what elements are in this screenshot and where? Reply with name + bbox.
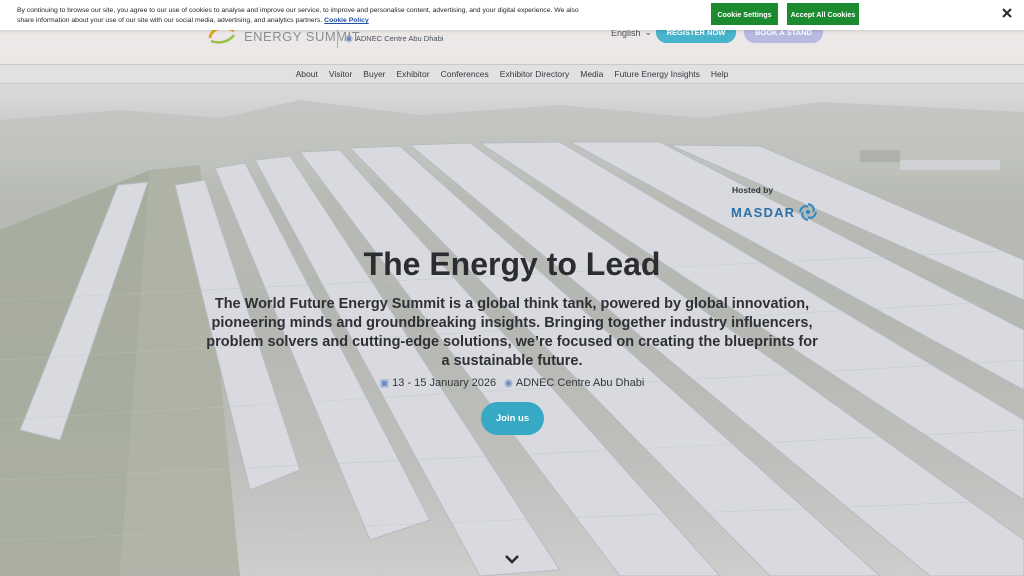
nav-item-exhibitor-directory[interactable]: Exhibitor Directory <box>494 69 574 79</box>
event-location-text: ADNEC Centre Abu Dhabi <box>515 377 645 389</box>
event-location: ◉ ADNEC Centre Abu Dhabi <box>504 377 644 389</box>
hero-title: The Energy to Lead <box>363 246 661 282</box>
nav-item-media[interactable]: Media <box>575 69 609 79</box>
nav-item-exhibitor[interactable]: Exhibitor <box>391 69 435 79</box>
event-dates-text: 13 - 15 January 2026 <box>392 377 497 389</box>
hero-background <box>0 0 1024 576</box>
nav-item-visitor[interactable]: Visitor <box>323 69 357 79</box>
hosted-by-label: Hosted by <box>732 185 774 195</box>
header-venue: ◉ ADNEC Centre Abu Dhabi <box>345 33 443 44</box>
join-us-button[interactable]: Join us <box>481 402 544 435</box>
event-meta: ▣ 13 - 15 January 2026 ◉ ADNEC Centre Abu … <box>0 377 1024 389</box>
chevron-down-icon[interactable] <box>504 553 520 565</box>
cookie-banner-text: By continuing to browse our site, you ag… <box>17 6 587 26</box>
cookie-policy-link[interactable]: Cookie Policy <box>324 17 369 24</box>
nav-item-conferences[interactable]: Conferences <box>435 69 494 79</box>
cookie-settings-button[interactable]: Cookie Settings <box>711 3 778 25</box>
main-nav: About Visitor Buyer Exhibitor Conference… <box>0 64 1024 84</box>
calendar-icon: ▣ <box>379 378 390 389</box>
venue-text: ADNEC Centre Abu Dhabi <box>355 34 444 43</box>
close-icon[interactable] <box>1001 6 1013 20</box>
cookie-message: By continuing to browse our site, you ag… <box>17 7 579 24</box>
hero-description: The World Future Energy Summit is a glob… <box>206 296 818 369</box>
hero-overlay <box>0 0 1024 576</box>
nav-item-future-energy-insights[interactable]: Future Energy Insights <box>609 69 706 79</box>
masdar-swirl-icon <box>799 203 818 221</box>
nav-item-about[interactable]: About <box>290 69 323 79</box>
nav-item-buyer[interactable]: Buyer <box>358 69 391 79</box>
logo-text[interactable]: ENERGY SUMMIT <box>244 29 360 44</box>
location-pin-icon: ◉ <box>345 33 353 43</box>
event-dates: ▣ 13 - 15 January 2026 <box>380 377 496 389</box>
location-pin-icon: ◉ <box>504 378 513 389</box>
nav-item-help[interactable]: Help <box>705 69 733 79</box>
masdar-wordmark: MASDAR <box>731 204 796 220</box>
accept-all-cookies-button[interactable]: Accept All Cookies <box>787 3 859 25</box>
cookie-banner: By continuing to browse our site, you ag… <box>0 0 1024 30</box>
masdar-logo[interactable]: MASDAR <box>731 202 818 222</box>
